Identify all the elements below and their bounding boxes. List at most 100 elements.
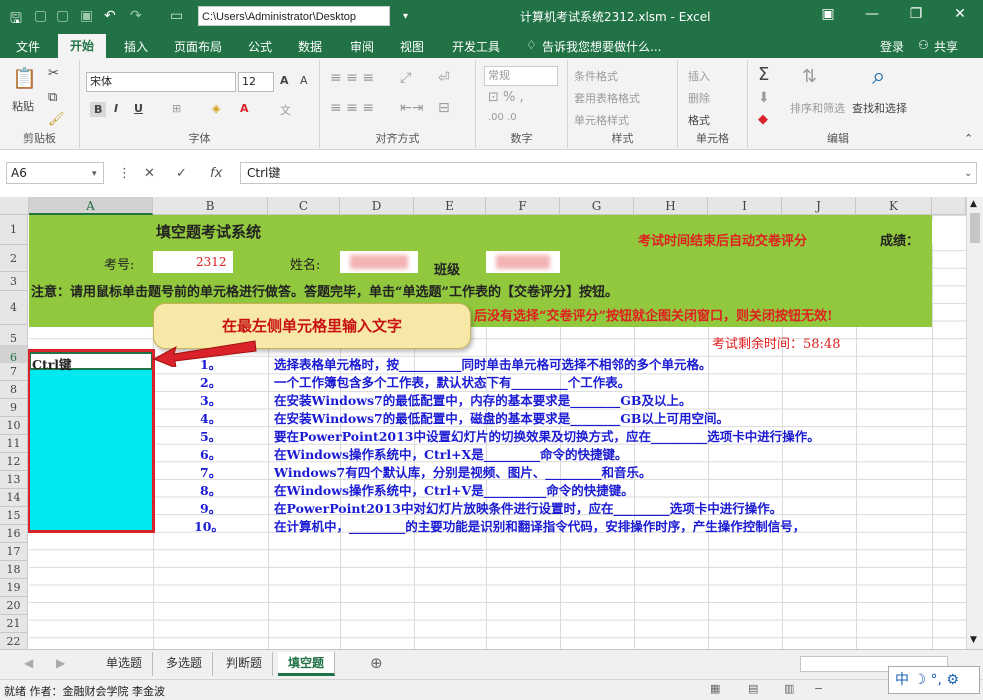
phonetic-icon[interactable]: 文 bbox=[280, 102, 291, 118]
column-header[interactable]: E bbox=[414, 197, 486, 215]
row-header[interactable]: 15 bbox=[0, 507, 28, 525]
tab-review[interactable]: 审阅 bbox=[350, 38, 374, 55]
row-header[interactable]: 9 bbox=[0, 399, 28, 417]
scroll-down-icon[interactable]: ▼ bbox=[970, 635, 977, 645]
row-header[interactable]: 13 bbox=[0, 471, 28, 489]
new-icon[interactable]: ▢ bbox=[34, 8, 47, 24]
clear-icon[interactable]: ◆ bbox=[758, 112, 768, 127]
row-header[interactable]: 21 bbox=[0, 615, 28, 633]
insert-cells-button[interactable]: 插入 bbox=[688, 68, 710, 84]
paste-button[interactable]: 粘贴 bbox=[12, 98, 34, 114]
column-header[interactable]: I bbox=[708, 197, 782, 215]
sort-filter-button[interactable]: 排序和筛选 bbox=[790, 100, 845, 116]
normal-view-icon[interactable]: ▦ bbox=[710, 682, 720, 695]
tab-file[interactable]: 文件 bbox=[16, 38, 40, 55]
sort-filter-icon[interactable]: ⇅ bbox=[802, 66, 817, 87]
row-header[interactable]: 11 bbox=[0, 435, 28, 453]
column-header[interactable]: C bbox=[268, 197, 340, 215]
scroll-thumb[interactable] bbox=[970, 213, 980, 243]
tab-developer[interactable]: 开发工具 bbox=[452, 38, 500, 55]
fill-color-icon[interactable]: ◈ bbox=[212, 102, 220, 115]
page-break-icon[interactable]: ▥ bbox=[784, 682, 794, 695]
number-format-box[interactable]: 常规 bbox=[484, 66, 558, 86]
sheet-tab[interactable]: 单选题 bbox=[96, 652, 154, 676]
font-size-box[interactable]: 12 bbox=[238, 72, 274, 92]
row-header[interactable]: 2 bbox=[0, 245, 28, 272]
row-header[interactable]: 12 bbox=[0, 453, 28, 471]
align-left-icon[interactable]: ≡ ≡ ≡ bbox=[330, 100, 374, 116]
row-header[interactable]: 18 bbox=[0, 561, 28, 579]
orientation-icon[interactable]: ⤢ bbox=[400, 70, 411, 86]
ribbon-display-icon[interactable]: ▣ bbox=[818, 6, 838, 22]
tab-data[interactable]: 数据 bbox=[298, 38, 322, 55]
save-icon[interactable]: 🖫 bbox=[10, 8, 22, 32]
shrink-font-button[interactable]: A bbox=[300, 74, 308, 87]
delete-cells-button[interactable]: 删除 bbox=[688, 90, 710, 106]
row-header[interactable]: 1 bbox=[0, 215, 28, 245]
column-header[interactable] bbox=[932, 197, 966, 215]
insert-function-icon[interactable]: fx bbox=[210, 166, 222, 181]
find-icon[interactable]: ⌕ bbox=[872, 62, 885, 90]
name-box-dropdown-icon[interactable]: ▾ bbox=[92, 169, 97, 179]
autosum-icon[interactable]: Σ bbox=[758, 64, 769, 85]
ime-settings-icon[interactable]: ⚙ bbox=[946, 672, 959, 688]
print-icon[interactable]: ▣ bbox=[80, 8, 93, 24]
redo-icon[interactable]: ↷ bbox=[130, 8, 142, 24]
paste-icon[interactable]: 📋 bbox=[12, 66, 37, 90]
collapse-ribbon-icon[interactable]: ⌃ bbox=[964, 132, 973, 145]
column-header[interactable]: J bbox=[782, 197, 856, 215]
row-header[interactable]: 19 bbox=[0, 579, 28, 597]
fill-icon[interactable]: ⬇ bbox=[758, 90, 770, 106]
row-header[interactable]: 14 bbox=[0, 489, 28, 507]
row-header[interactable]: 8 bbox=[0, 381, 28, 399]
row-header[interactable]: 22 bbox=[0, 633, 28, 649]
sheet-tab-active[interactable]: 填空题 bbox=[278, 652, 336, 676]
currency-icon[interactable]: ⊡ % , bbox=[488, 90, 524, 105]
decimal-icon[interactable]: .00 .0 bbox=[488, 112, 517, 123]
row-header[interactable]: 16 bbox=[0, 525, 28, 543]
column-header[interactable]: H bbox=[634, 197, 708, 215]
folder-icon[interactable]: ▭ bbox=[170, 8, 183, 24]
sheet-tab[interactable]: 多选题 bbox=[156, 652, 214, 676]
moon-icon[interactable]: ☽ bbox=[913, 672, 926, 688]
font-color-icon[interactable]: A bbox=[240, 102, 249, 115]
expand-formula-icon[interactable]: ⌄ bbox=[964, 168, 972, 179]
close-icon[interactable]: ✕ bbox=[950, 6, 970, 22]
undo-icon[interactable]: ↶ bbox=[104, 8, 116, 24]
sheet-tab[interactable]: 判断题 bbox=[216, 652, 274, 676]
tab-insert[interactable]: 插入 bbox=[124, 38, 148, 55]
page-layout-icon[interactable]: ▤ bbox=[748, 682, 758, 695]
column-header[interactable]: D bbox=[340, 197, 414, 215]
row-header[interactable]: 7 bbox=[0, 363, 28, 381]
zoom-out-icon[interactable]: − bbox=[814, 682, 823, 695]
scroll-up-icon[interactable]: ▲ bbox=[970, 199, 977, 209]
merge-icon[interactable]: ⊟ bbox=[438, 100, 450, 116]
tell-me-box[interactable]: 告诉我您想要做什么... bbox=[542, 38, 661, 55]
restore-icon[interactable]: ❐ bbox=[906, 6, 926, 22]
italic-button[interactable]: I bbox=[114, 102, 118, 115]
cancel-icon[interactable]: ✕ bbox=[144, 166, 155, 181]
select-all-corner[interactable] bbox=[0, 197, 29, 215]
sign-in-link[interactable]: 登录 bbox=[880, 38, 904, 55]
next-sheet-icon[interactable]: ▶ bbox=[56, 656, 65, 670]
wrap-text-icon[interactable]: ⏎ bbox=[438, 70, 450, 86]
indent-icon[interactable]: ⇤⇥ bbox=[400, 100, 423, 116]
column-header[interactable]: F bbox=[486, 197, 560, 215]
border-icon[interactable]: ⊞ bbox=[172, 102, 181, 115]
bold-button[interactable]: B bbox=[90, 102, 107, 117]
row-header[interactable]: 17 bbox=[0, 543, 28, 561]
minimize-icon[interactable]: — bbox=[862, 6, 882, 22]
tab-formulas[interactable]: 公式 bbox=[248, 38, 272, 55]
print-preview-icon[interactable]: ▢ bbox=[56, 8, 69, 24]
name-box[interactable]: A6 bbox=[6, 162, 104, 184]
share-button[interactable]: 共享 bbox=[934, 38, 958, 55]
ime-toolbar[interactable]: 中 ☽ °, ⚙ bbox=[888, 666, 980, 694]
column-header[interactable]: B bbox=[153, 197, 268, 215]
column-header[interactable]: K bbox=[856, 197, 932, 215]
tab-home[interactable]: 开始 bbox=[58, 34, 107, 58]
row-header[interactable]: 4 bbox=[0, 291, 28, 325]
find-select-button[interactable]: 查找和选择 bbox=[852, 100, 907, 116]
add-sheet-icon[interactable]: ⊕ bbox=[370, 654, 383, 672]
prev-sheet-icon[interactable]: ◀ bbox=[24, 656, 33, 670]
format-cells-button[interactable]: 格式 bbox=[688, 112, 710, 128]
